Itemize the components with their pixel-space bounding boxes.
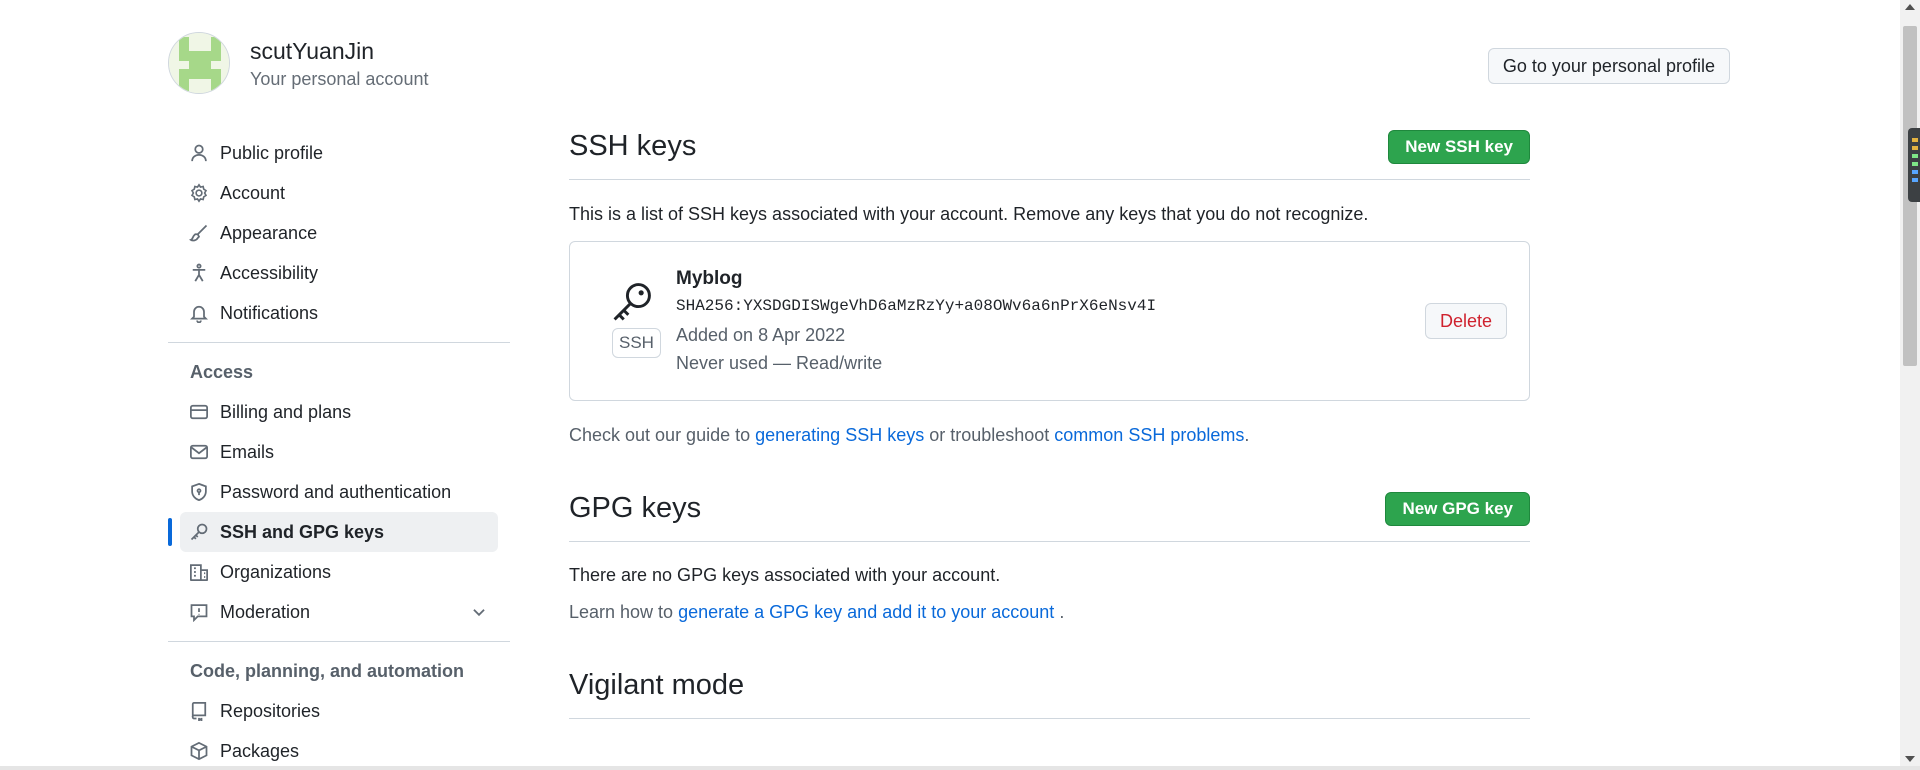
sidebar-item-password[interactable]: Password and authentication: [168, 472, 510, 512]
chevron-down-icon[interactable]: [470, 603, 488, 621]
sidebar-item-packages[interactable]: Packages: [168, 731, 510, 766]
sidebar-item-label: Billing and plans: [220, 401, 352, 422]
sidebar-item-organizations[interactable]: Organizations: [168, 552, 510, 592]
sidebar-item-label: Appearance: [220, 222, 318, 243]
generate-gpg-key-link[interactable]: generate a GPG key and add it to your ac…: [678, 602, 1054, 622]
guide-prefix: Check out our guide to: [569, 425, 756, 445]
vigilant-mode-title: Vigilant mode: [569, 669, 745, 701]
scroll-up-arrow-icon[interactable]: [1905, 4, 1915, 10]
report-icon: [188, 601, 210, 623]
settings-sidebar: Public profile Account Appearance Access…: [168, 133, 510, 766]
sidebar-item-label: Public profile: [220, 142, 324, 163]
ssh-key-fingerprint: SHA256:YXSDGDISWgeVhD6aMzRzYy+a08OWv6a6n…: [676, 297, 1157, 315]
sidebar-item-accessibility[interactable]: Accessibility: [168, 253, 510, 293]
bottom-edge: [0, 766, 1920, 770]
paintbrush-icon: [188, 222, 210, 244]
new-ssh-key-button[interactable]: New SSH key: [1388, 130, 1530, 164]
sidebar-heading-access: Access: [190, 361, 254, 382]
common-ssh-problems-link[interactable]: common SSH problems: [1054, 425, 1244, 445]
sidebar-item-label: Accessibility: [220, 262, 319, 283]
person-icon: [188, 142, 210, 164]
key-icon: [613, 283, 651, 321]
repo-icon: [188, 700, 210, 722]
learn-suffix: .: [1054, 602, 1065, 622]
key-icon: [188, 521, 210, 543]
page-scrollbar[interactable]: [1900, 0, 1920, 766]
mail-icon: [188, 441, 210, 463]
sidebar-item-label: Notifications: [220, 302, 319, 323]
account-header: scutYuanJin Your personal account Go to …: [168, 32, 1730, 98]
sidebar-item-billing[interactable]: Billing and plans: [168, 392, 510, 432]
sidebar-item-public-profile[interactable]: Public profile: [168, 133, 510, 173]
avatar[interactable]: [168, 32, 230, 94]
ssh-keys-description: This is a list of SSH keys associated wi…: [569, 204, 1369, 224]
sidebar-item-appearance[interactable]: Appearance: [168, 213, 510, 253]
delete-ssh-key-button[interactable]: Delete: [1424, 303, 1507, 339]
gpg-keys-title: GPG keys: [569, 492, 702, 524]
accessibility-icon: [188, 262, 210, 284]
sidebar-item-label: SSH and GPG keys: [220, 521, 385, 542]
go-to-profile-button[interactable]: Go to your personal profile: [1487, 48, 1730, 84]
sidebar-item-label: Organizations: [220, 561, 332, 582]
ssh-type-badge: SSH: [612, 328, 661, 358]
sidebar-item-emails[interactable]: Emails: [168, 432, 510, 472]
generating-ssh-keys-link[interactable]: generating SSH keys: [755, 425, 924, 445]
ssh-key-item: SSH Myblog SHA256:YXSDGDISWgeVhD6aMzRzYy…: [569, 241, 1530, 401]
gpg-empty-text: There are no GPG keys associated with yo…: [569, 565, 1001, 585]
ssh-keys-header: SSH keys New SSH key: [569, 120, 1530, 180]
organization-icon: [188, 561, 210, 583]
shield-lock-icon: [188, 481, 210, 503]
sidebar-item-label: Moderation: [220, 601, 311, 622]
sidebar-item-label: Repositories: [220, 700, 321, 721]
gear-icon: [188, 182, 210, 204]
learn-prefix: Learn how to: [569, 602, 679, 622]
sidebar-divider: [168, 342, 510, 343]
ssh-key-usage: Never used — Read/write: [676, 353, 883, 373]
sidebar-item-notifications[interactable]: Notifications: [168, 293, 510, 333]
side-panel-handle[interactable]: [1908, 128, 1920, 202]
account-subtitle: Your personal account: [250, 69, 429, 89]
sidebar-item-label: Packages: [220, 740, 300, 761]
settings-page: scutYuanJin Your personal account Go to …: [0, 0, 1900, 766]
sidebar-item-moderation[interactable]: Moderation: [168, 592, 510, 632]
sidebar-item-label: Password and authentication: [220, 481, 452, 502]
sidebar-item-repositories[interactable]: Repositories: [168, 691, 510, 731]
account-username[interactable]: scutYuanJin: [250, 38, 374, 65]
new-gpg-key-button[interactable]: New GPG key: [1385, 492, 1530, 526]
package-icon: [188, 740, 210, 762]
ssh-guide-text: Check out our guide to generating SSH ke…: [569, 425, 1530, 446]
identicon-image: [169, 33, 229, 93]
credit-card-icon: [188, 401, 210, 423]
sidebar-heading-code: Code, planning, and automation: [190, 660, 464, 681]
sidebar-item-label: Account: [220, 182, 286, 203]
ssh-keys-title: SSH keys: [569, 130, 697, 162]
bell-icon: [188, 302, 210, 324]
ssh-key-added-date: Added on 8 Apr 2022: [676, 325, 846, 345]
gpg-learn-text: Learn how to generate a GPG key and add …: [569, 602, 1530, 623]
sidebar-item-account[interactable]: Account: [168, 173, 510, 213]
gpg-keys-header: GPG keys New GPG key: [569, 482, 1530, 542]
guide-suffix: .: [1244, 425, 1250, 445]
sidebar-divider: [168, 641, 510, 642]
sidebar-item-ssh-gpg-keys[interactable]: SSH and GPG keys: [168, 512, 498, 552]
scroll-down-arrow-icon[interactable]: [1905, 756, 1915, 762]
vigilant-mode-header: Vigilant mode: [569, 659, 1530, 719]
guide-middle: or troubleshoot: [924, 425, 1055, 445]
ssh-key-name: Myblog: [676, 268, 743, 289]
sidebar-item-label: Emails: [220, 441, 275, 462]
main-content: SSH keys New SSH key This is a list of S…: [569, 120, 1530, 719]
